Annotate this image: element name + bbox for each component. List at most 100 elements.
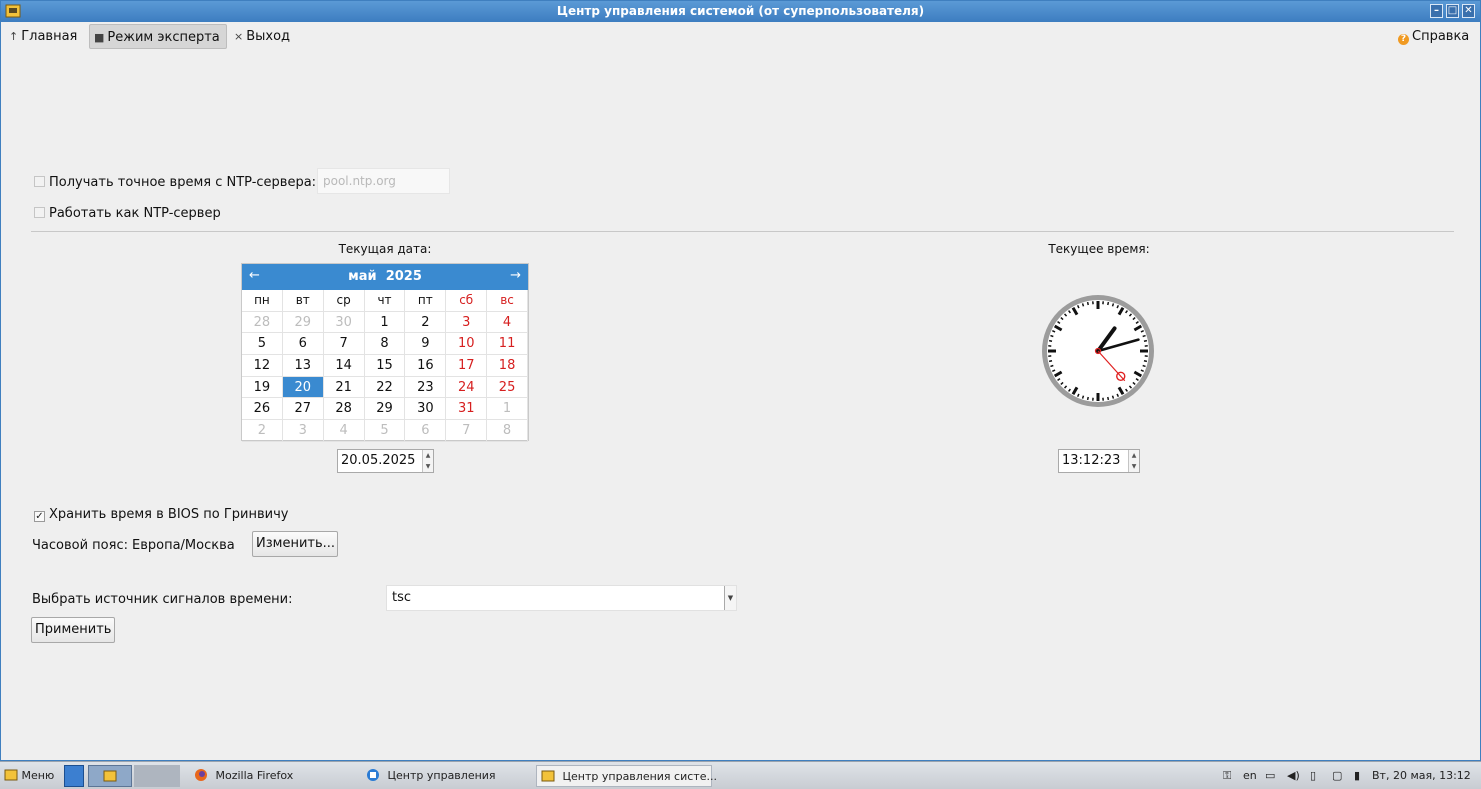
window-title: Центр управления системой (от суперпольз… — [556, 4, 925, 18]
time-spinbox[interactable]: 13:12:23 ▲ ▼ — [1058, 449, 1140, 473]
calendar-day[interactable]: 15 — [364, 355, 406, 377]
network-icon[interactable]: ▭ — [1265, 766, 1275, 786]
maximize-button[interactable]: □ — [1446, 4, 1459, 18]
clocksource-select[interactable]: tsc ▼ — [386, 585, 737, 611]
clock-tick — [1048, 339, 1053, 342]
minimize-button[interactable]: – — [1430, 4, 1443, 18]
taskbar: Меню Mozilla Firefox Центр управления Це… — [0, 761, 1481, 789]
ntp-sync-checkbox-row[interactable]: Получать точное время с NTP-сервера: — [34, 175, 316, 190]
calendar-day[interactable]: 30 — [323, 311, 365, 334]
calendar-day[interactable]: 28 — [323, 398, 365, 421]
app-small-icon — [103, 770, 117, 782]
calendar-day[interactable]: 2 — [242, 420, 283, 442]
expert-mode-button[interactable]: ■ Режим эксперта — [89, 24, 227, 49]
calendar-day[interactable]: 4 — [487, 311, 528, 334]
desktop-1-button[interactable] — [64, 765, 84, 787]
time-spin-arrows-icon[interactable]: ▲ ▼ — [1128, 450, 1139, 472]
calendar-day[interactable]: 9 — [405, 333, 447, 356]
taskbar-clock[interactable]: Вт, 20 мая, 13:12 — [1372, 766, 1471, 786]
calendar-day[interactable]: 18 — [487, 355, 528, 377]
calendar-day[interactable]: 29 — [282, 311, 324, 334]
calendar-day[interactable]: 28 — [242, 311, 283, 334]
expert-label: Режим эксперта — [107, 30, 220, 45]
weekday-header: ср — [323, 290, 365, 312]
apply-button[interactable]: Применить — [31, 617, 115, 643]
ntp-sync-label: Получать точное время с NTP-сервера: — [49, 175, 317, 190]
calendar-day[interactable]: 5 — [364, 420, 406, 442]
calendar-day[interactable]: 17 — [446, 355, 488, 377]
ntp-server-checkbox[interactable] — [34, 207, 45, 218]
calendar-day[interactable]: 1 — [364, 311, 406, 334]
calendar-day[interactable]: 26 — [242, 398, 283, 421]
ntp-server-checkbox-row[interactable]: Работать как NTP-сервер — [34, 206, 221, 221]
key-icon[interactable]: ⚿ — [1223, 766, 1231, 786]
close-button[interactable]: ✕ — [1462, 4, 1475, 18]
clipboard-icon[interactable]: ▯ — [1310, 766, 1316, 786]
clock-tick — [1081, 303, 1085, 307]
calendar-day[interactable]: 22 — [364, 376, 406, 399]
calendar-day[interactable]: 10 — [446, 333, 488, 356]
start-menu-button[interactable]: Меню — [4, 765, 54, 787]
calendar-header: ← май 2025 → — [242, 264, 528, 290]
calendar-day[interactable]: 4 — [323, 420, 365, 442]
calendar-day[interactable]: 20 — [282, 376, 324, 399]
ntp-sync-checkbox[interactable] — [34, 176, 45, 187]
help-button[interactable]: ? Справка — [1394, 24, 1473, 49]
date-spin-arrows-icon[interactable]: ▲ ▼ — [422, 450, 433, 472]
calendar-day[interactable]: 1 — [487, 398, 528, 421]
calendar-day[interactable]: 7 — [446, 420, 488, 442]
calendar-day[interactable]: 2 — [405, 311, 447, 334]
calendar-day[interactable]: 6 — [405, 420, 447, 442]
calendar-day[interactable]: 27 — [282, 398, 324, 421]
timezone-value: Европа/Москва — [132, 538, 235, 553]
calendar-day[interactable]: 5 — [242, 333, 283, 356]
clock-tick — [1142, 334, 1146, 338]
calendar-title[interactable]: май 2025 — [242, 269, 528, 284]
calendar-day[interactable]: 3 — [282, 420, 324, 442]
desktop-2-button[interactable] — [88, 765, 132, 787]
calendar-day[interactable]: 8 — [364, 333, 406, 356]
timezone-label: Часовой пояс: — [32, 538, 128, 553]
task-control-center[interactable]: Центр управления — [364, 765, 524, 787]
next-month-arrow-icon[interactable]: → — [510, 268, 521, 283]
task-firefox[interactable]: Mozilla Firefox — [192, 765, 352, 787]
battery-icon[interactable]: ▮ — [1354, 766, 1360, 786]
home-button[interactable]: ↑ Главная — [5, 24, 81, 49]
keyboard-layout-indicator[interactable]: en — [1243, 766, 1257, 786]
calendar-day[interactable]: 8 — [487, 420, 528, 442]
calendar-day[interactable]: 6 — [282, 333, 324, 356]
calendar-day[interactable]: 29 — [364, 398, 406, 421]
calendar[interactable]: ← май 2025 → пн вт ср чт пт сб вс 28 29 30 1 2 3 4 5 6 7… — [241, 263, 529, 442]
calendar-day[interactable]: 11 — [487, 333, 528, 356]
calendar-day[interactable]: 25 — [487, 376, 528, 399]
date-spinbox[interactable]: 20.05.2025 ▲ ▼ — [337, 449, 434, 473]
calendar-day[interactable]: 13 — [282, 355, 324, 377]
calendar-year[interactable]: 2025 — [386, 269, 422, 284]
calendar-day[interactable]: 24 — [446, 376, 488, 399]
ntp-server-input[interactable]: pool.ntp.org — [317, 168, 450, 194]
clock-tick — [1143, 339, 1148, 342]
bios-utc-checkbox-row[interactable]: ✓ Хранить время в BIOS по Гринвичу — [34, 507, 288, 522]
calendar-day[interactable]: 3 — [446, 311, 488, 334]
calendar-day[interactable]: 14 — [323, 355, 365, 377]
calendar-day[interactable]: 21 — [323, 376, 365, 399]
desktop-3-button[interactable] — [134, 765, 180, 787]
calendar-month[interactable]: май — [348, 269, 377, 284]
clock-tick — [1050, 364, 1054, 368]
calendar-day[interactable]: 12 — [242, 355, 283, 377]
calendar-day[interactable]: 31 — [446, 398, 488, 421]
clock-tick — [1086, 301, 1089, 306]
bios-utc-checkbox[interactable]: ✓ — [34, 511, 45, 522]
display-icon[interactable]: ▢ — [1332, 766, 1342, 786]
exit-button[interactable]: × Выход — [230, 24, 294, 49]
calendar-day[interactable]: 23 — [405, 376, 447, 399]
calendar-day[interactable]: 19 — [242, 376, 283, 399]
chevron-down-icon[interactable]: ▼ — [724, 586, 736, 610]
task-system-control-center[interactable]: Центр управления систе... — [536, 765, 717, 787]
calendar-day[interactable]: 16 — [405, 355, 447, 377]
title-bar[interactable]: Центр управления системой (от суперпольз… — [1, 1, 1480, 22]
calendar-day[interactable]: 30 — [405, 398, 447, 421]
volume-icon[interactable]: ◀) — [1287, 766, 1300, 786]
calendar-day[interactable]: 7 — [323, 333, 365, 356]
change-timezone-button[interactable]: Изменить... — [252, 531, 338, 557]
